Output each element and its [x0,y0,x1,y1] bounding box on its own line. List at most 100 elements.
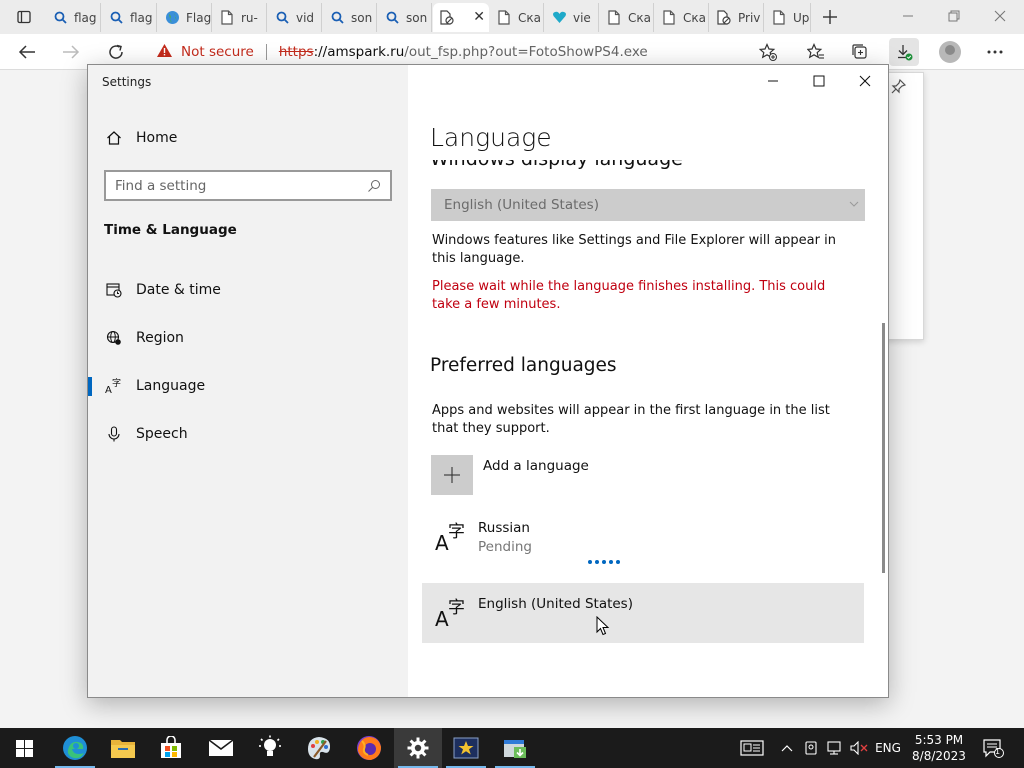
browser-tab[interactable]: vie [545,3,599,32]
more-menu-icon[interactable] [980,38,1010,66]
search-icon [329,10,345,26]
nav-label: Language [136,378,206,394]
input-language-indicator[interactable]: ENG [872,728,904,768]
taskbar-clock[interactable]: 5:53 PM 8/8/2023 [906,732,972,764]
language-icon: A字 [104,376,124,396]
settings-search-field[interactable] [104,170,392,201]
settings-minimize-button[interactable] [750,65,796,97]
tab-label: flag [130,10,153,25]
browser-minimize-button[interactable] [888,4,928,28]
browser-tab[interactable]: son [378,3,432,32]
nav-label: Date & time [136,282,221,298]
taskbar-firefox[interactable] [345,728,393,768]
nav-label: Home [136,130,178,146]
taskbar-file-explorer[interactable] [99,728,147,768]
progress-dot [595,560,599,564]
browser-close-button[interactable] [980,4,1020,28]
language-name: Russian [478,520,530,536]
browser-tab[interactable]: Ска [600,3,654,32]
svg-text:字: 字 [448,598,465,618]
forward-button[interactable] [56,38,86,66]
browser-restore-button[interactable] [934,4,974,28]
page-icon [771,10,787,26]
page-title: Language [430,123,552,152]
page-icon [219,10,235,26]
action-center-button[interactable]: 1 [978,728,1008,768]
nav-home[interactable]: Home [88,120,408,156]
settings-maximize-button[interactable] [796,65,842,97]
taskbar-fotoshow[interactable] [442,728,490,768]
search-icon[interactable] [364,179,384,193]
browser-tab[interactable]: Ска [490,3,544,32]
add-language-button[interactable]: Add a language [431,455,589,495]
close-tab-icon[interactable]: ✕ [473,9,485,25]
content-scrollbar[interactable] [882,323,885,573]
settings-icon [407,737,429,759]
taskbar-tips[interactable] [246,728,294,768]
favorites-icon[interactable] [801,38,831,66]
new-tab-button[interactable] [816,5,844,29]
browser-tab[interactable]: son [323,3,377,32]
clock-time: 5:53 PM [914,733,964,747]
display-language-heading-text: Windows display language [430,160,683,170]
add-favorite-icon[interactable] [753,38,783,66]
nav-speech[interactable]: Speech [88,416,408,452]
language-item-russian[interactable]: A字 Russian Pending [422,507,864,567]
browser-tab[interactable]: Ска [655,3,709,32]
window-title: Settings [102,75,152,89]
taskbar-edge[interactable] [51,728,99,768]
settings-close-button[interactable] [842,65,888,97]
section-heading: Time & Language [104,222,237,238]
svg-text:字: 字 [448,522,465,542]
progress-dot [588,560,592,564]
language-item-english-us[interactable]: A字 English (United States) [422,583,864,643]
taskbar-installer[interactable] [491,728,539,768]
browser-tab-active[interactable]: ✕ [433,3,489,32]
not-secure-label[interactable]: Not secure [181,44,254,60]
svg-text:A: A [435,531,449,552]
network-icon[interactable] [824,728,844,768]
search-input[interactable] [106,177,364,194]
refresh-button[interactable] [101,38,131,66]
pin-icon[interactable] [891,78,907,98]
nav-region[interactable]: Region [88,320,408,356]
globe-region-icon [104,328,124,348]
search-icon [52,10,68,26]
firefox-icon [357,736,381,760]
browser-tab[interactable]: flag [46,3,101,32]
profile-avatar[interactable] [935,38,965,66]
volume-muted-icon[interactable] [848,728,870,768]
downloads-button[interactable] [889,38,919,66]
browser-tab-bar: flag flag Flag ru- vid son son ✕ Ска vie… [0,0,1024,34]
taskbar-settings[interactable] [394,728,442,768]
browser-tab[interactable]: Flag [158,3,212,32]
svg-text:字: 字 [112,377,121,389]
meet-now-icon[interactable] [802,728,820,768]
show-hidden-icons-chevron-icon[interactable] [778,728,796,768]
taskbar-paint[interactable] [295,728,343,768]
start-button[interactable] [0,728,48,768]
browser-tab[interactable]: vid [268,3,322,32]
url-host: ://amspark.ru [313,44,405,60]
browser-tab[interactable]: flag [102,3,157,32]
collections-icon[interactable] [845,38,875,66]
news-widget-icon[interactable] [735,728,769,768]
tab-label: Ска [683,10,706,25]
browser-tab[interactable]: Up [765,3,811,32]
nav-date-time[interactable]: Date & time [88,272,408,308]
browser-tab[interactable]: ru- [213,3,267,32]
nav-label: Region [136,330,184,346]
page-icon [661,10,677,26]
back-button[interactable] [12,38,42,66]
browser-tab[interactable]: Priv [710,3,764,32]
tab-label: flag [74,10,97,25]
blocked-page-icon [439,10,455,26]
tab-actions-menu-icon[interactable] [10,5,38,29]
display-language-dropdown[interactable]: English (United States) [431,189,865,221]
language-icon: A字 [434,594,468,631]
warning-triangle-icon[interactable] [156,43,173,62]
address-bar[interactable]: Not secure https://amspark.ru/out_fsp.ph… [148,38,788,66]
nav-language[interactable]: A字 Language [88,368,408,404]
taskbar-mail[interactable] [197,728,245,768]
taskbar-store[interactable] [147,728,195,768]
